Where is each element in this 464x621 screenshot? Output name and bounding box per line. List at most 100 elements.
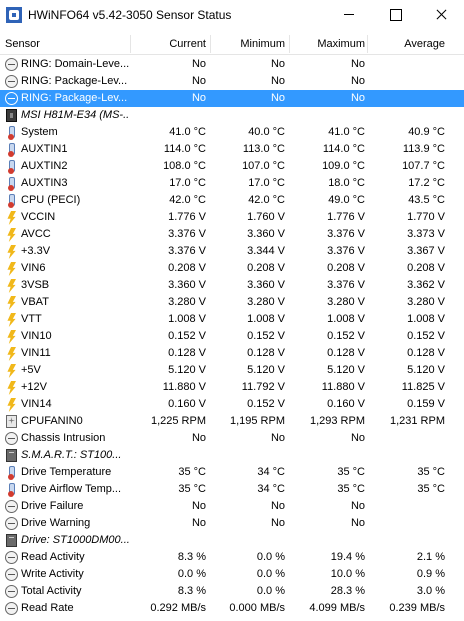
column-header-sensor[interactable]: Sensor (5, 33, 40, 55)
average-value: 0.239 MB/s (389, 602, 445, 614)
clock-icon (5, 92, 18, 105)
minimum-value: 11.792 V (241, 381, 285, 393)
maximum-value: 3.376 V (327, 279, 365, 291)
maximum-value: 3.376 V (327, 228, 365, 240)
maximum-value: 11.880 V (321, 381, 365, 393)
sensor-name: RING: Domain-Leve... (21, 58, 129, 70)
lightning-icon (5, 347, 18, 360)
sensor-row[interactable]: VIN6 0.208 V 0.208 V 0.208 V 0.208 V (0, 260, 464, 277)
sensor-row[interactable]: VTT 1.008 V 1.008 V 1.008 V 1.008 V (0, 311, 464, 328)
sensor-name: VBAT (21, 296, 49, 308)
sensor-name: VTT (21, 313, 42, 325)
minimum-value: 0.000 MB/s (229, 602, 285, 614)
current-value: No (191, 432, 206, 444)
sensor-row[interactable]: +5V 5.120 V 5.120 V 5.120 V 5.120 V (0, 362, 464, 379)
sensor-name: AVCC (21, 228, 51, 240)
current-value: 35 °C (178, 483, 206, 495)
maximum-value: No (350, 500, 365, 512)
thermometer-icon (5, 177, 18, 191)
sensor-group-row[interactable]: S.M.A.R.T.: ST100... (0, 447, 464, 464)
current-value: 41.0 °C (169, 126, 206, 138)
sensor-row[interactable]: Read Activity 8.3 % 0.0 % 19.4 % 2.1 % (0, 549, 464, 566)
minimum-value: No (270, 517, 285, 529)
sensor-name: Drive Warning (21, 517, 91, 529)
lightning-icon (5, 262, 18, 275)
maximum-value: 0.160 V (327, 398, 365, 410)
sensor-row[interactable]: +12V 11.880 V 11.792 V 11.880 V 11.825 V (0, 379, 464, 396)
sensor-row[interactable]: 3VSB 3.360 V 3.360 V 3.376 V 3.362 V (0, 277, 464, 294)
current-value: No (191, 75, 206, 87)
average-value: 1.008 V (407, 313, 445, 325)
minimum-value: 3.360 V (247, 228, 285, 240)
sensor-row[interactable]: Chassis Intrusion No No No (0, 430, 464, 447)
sensor-row[interactable]: Drive Failure No No No (0, 498, 464, 515)
current-value: 0.0 % (177, 568, 206, 580)
maximum-value: 109.0 °C (322, 160, 365, 172)
title-bar[interactable]: HWiNFO64 v5.42-3050 Sensor Status (0, 0, 464, 30)
sensor-row[interactable]: RING: Package-Lev... No No No (0, 73, 464, 90)
sensor-row[interactable]: Total Activity 8.3 % 0.0 % 28.3 % 3.0 % (0, 583, 464, 600)
current-value: 0.208 V (168, 262, 206, 274)
column-header-average[interactable]: Average (367, 33, 445, 55)
sensor-name: VIN10 (21, 330, 52, 342)
current-value: 0.128 V (168, 347, 206, 359)
sensor-row[interactable]: VBAT 3.280 V 3.280 V 3.280 V 3.280 V (0, 294, 464, 311)
maximize-button[interactable] (372, 0, 418, 30)
sensor-row[interactable]: VIN10 0.152 V 0.152 V 0.152 V 0.152 V (0, 328, 464, 345)
column-header-minimum[interactable]: Minimum (210, 33, 285, 55)
sensor-row[interactable]: VIN11 0.128 V 0.128 V 0.128 V 0.128 V (0, 345, 464, 362)
sensor-list[interactable]: RING: Domain-Leve... No No No RING: Package-… (0, 56, 464, 617)
maximum-value: 19.4 % (330, 551, 365, 563)
sensor-name: AUXTIN2 (21, 160, 68, 172)
column-header: Sensor Current Minimum Maximum Average (0, 33, 464, 55)
sensor-row[interactable]: VCCIN 1.776 V 1.760 V 1.776 V 1.770 V (0, 209, 464, 226)
clock-icon (5, 432, 18, 445)
sensor-row[interactable]: CPU (PECI) 42.0 °C 42.0 °C 49.0 °C 43.5 °C (0, 192, 464, 209)
sensor-group-row[interactable]: MSI H81M-E34 (MS-... (0, 107, 464, 124)
current-value: 3.280 V (168, 296, 206, 308)
sensor-row[interactable]: Drive Airflow Temp... 35 °C 34 °C 35 °C 35 °… (0, 481, 464, 498)
sensor-name: Chassis Intrusion (21, 432, 106, 444)
current-value: No (191, 500, 206, 512)
average-value: 0.152 V (407, 330, 445, 342)
minimum-value: 0.0 % (256, 568, 285, 580)
clock-icon (5, 500, 18, 513)
clock-icon (5, 75, 18, 88)
close-button[interactable] (418, 0, 464, 30)
sensor-row[interactable]: RING: Package-Lev... No No No (0, 90, 464, 107)
column-header-current[interactable]: Current (130, 33, 206, 55)
sensor-row[interactable]: CPUFANIN0 1,225 RPM 1,195 RPM 1,293 RPM 1,23… (0, 413, 464, 430)
sensor-row[interactable]: AUXTIN1 114.0 °C 113.0 °C 114.0 °C 113.9 °C (0, 141, 464, 158)
sensor-row[interactable]: System 41.0 °C 40.0 °C 41.0 °C 40.9 °C (0, 124, 464, 141)
maximum-value: 5.120 V (327, 364, 365, 376)
column-header-maximum[interactable]: Maximum (289, 33, 365, 55)
sensor-name: VIN11 (21, 347, 51, 359)
minimum-value: 34 °C (257, 483, 285, 495)
sensor-row[interactable]: VIN14 0.160 V 0.152 V 0.160 V 0.159 V (0, 396, 464, 413)
thermometer-icon (5, 143, 18, 157)
sensor-row[interactable]: Drive Warning No No No (0, 515, 464, 532)
current-value: 3.376 V (168, 228, 206, 240)
sensor-row[interactable]: +3.3V 3.376 V 3.344 V 3.376 V 3.367 V (0, 243, 464, 260)
sensor-row[interactable]: RING: Domain-Leve... No No No (0, 56, 464, 73)
thermometer-icon (5, 194, 18, 208)
average-value: 3.280 V (407, 296, 445, 308)
maximum-value: 49.0 °C (328, 194, 365, 206)
sensor-row[interactable]: AUXTIN2 108.0 °C 107.0 °C 109.0 °C 107.7 °C (0, 158, 464, 175)
current-value: 0.160 V (168, 398, 206, 410)
sensor-row[interactable]: AVCC 3.376 V 3.360 V 3.376 V 3.373 V (0, 226, 464, 243)
thermometer-icon (5, 126, 18, 140)
sensor-name: VCCIN (21, 211, 56, 223)
average-value: 0.208 V (407, 262, 445, 274)
sensor-row[interactable]: Write Activity 0.0 % 0.0 % 10.0 % 0.9 % (0, 566, 464, 583)
sensor-row[interactable]: AUXTIN3 17.0 °C 17.0 °C 18.0 °C 17.2 °C (0, 175, 464, 192)
minimum-value: 113.0 °C (242, 143, 285, 155)
sensor-row[interactable]: Read Rate 0.292 MB/s 0.000 MB/s 4.099 MB/s 0… (0, 600, 464, 617)
drive-icon (6, 534, 17, 547)
minimize-button[interactable] (326, 0, 372, 30)
current-value: 1,225 RPM (150, 415, 206, 427)
sensor-group-row[interactable]: Drive: ST1000DM00... (0, 532, 464, 549)
sensor-name: CPUFANIN0 (21, 415, 83, 427)
lightning-icon (5, 330, 18, 343)
sensor-row[interactable]: Drive Temperature 35 °C 34 °C 35 °C 35 °C (0, 464, 464, 481)
